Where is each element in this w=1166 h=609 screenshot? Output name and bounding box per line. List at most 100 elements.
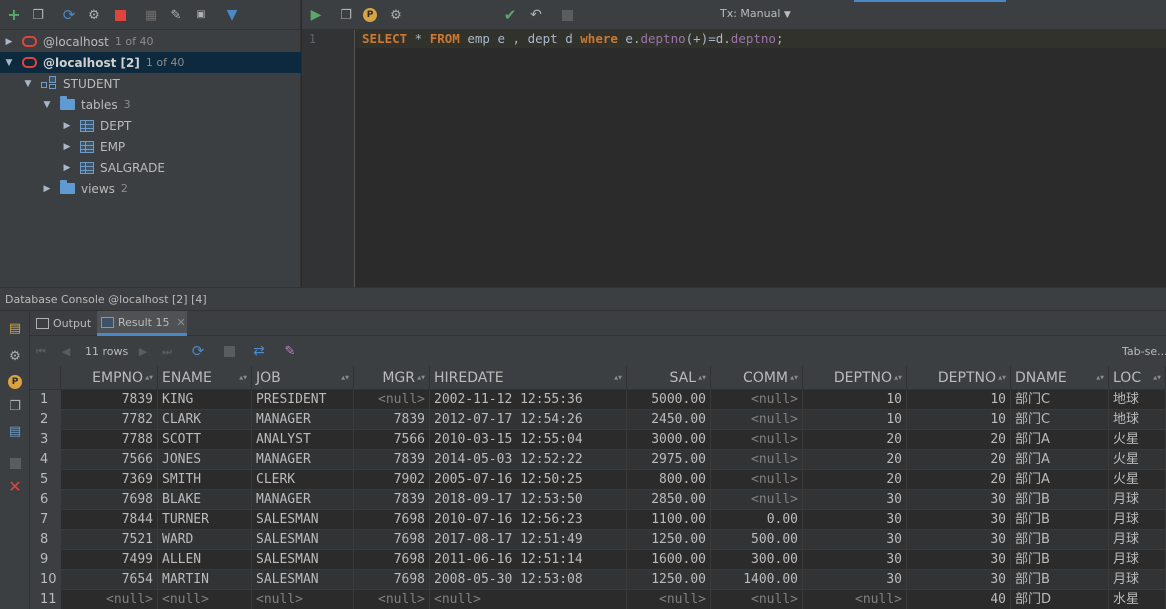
table-cell-comm[interactable]: <null> xyxy=(711,410,803,430)
table-cell-sal[interactable]: 2450.00 xyxy=(627,410,711,430)
table-cell-sal[interactable]: 1250.00 xyxy=(627,570,711,590)
table-cell-deptno[interactable]: 30 xyxy=(907,490,1011,510)
table-cell-empno[interactable]: 7788 xyxy=(61,430,158,450)
table-cell-deptno[interactable]: 30 xyxy=(803,550,907,570)
tree-table-emp[interactable]: ▶ EMP xyxy=(0,136,301,157)
table-cell-ename[interactable]: ALLEN xyxy=(158,550,252,570)
row-number[interactable]: 8 xyxy=(30,530,61,550)
table-cell-deptno[interactable]: 30 xyxy=(803,490,907,510)
table-cell-hiredate[interactable]: 2005-07-16 12:50:25 xyxy=(430,470,627,490)
close-icon[interactable]: ✕ xyxy=(7,479,23,495)
table-cell-mgr[interactable]: 7698 xyxy=(354,510,430,530)
column-header-comm[interactable]: COMM ▲▼ xyxy=(711,366,803,390)
edit-icon[interactable]: ✎ xyxy=(168,7,184,23)
table-cell-deptno[interactable]: 20 xyxy=(907,430,1011,450)
table-cell-comm[interactable]: 300.00 xyxy=(711,550,803,570)
table-row[interactable]: 1 7839 KING PRESIDENT <null> 2002-11-12 12:55… xyxy=(30,390,1166,410)
row-number[interactable]: 1 xyxy=(30,390,61,410)
table-cell-loc[interactable]: 地球 xyxy=(1109,390,1166,410)
table-cell-mgr[interactable]: 7566 xyxy=(354,430,430,450)
copy-icon[interactable]: ❐ xyxy=(30,7,46,23)
column-header-deptno[interactable]: DEPTNO ▲▼ xyxy=(803,366,907,390)
table-cell-job[interactable]: SALESMAN xyxy=(252,550,354,570)
tab-result-15[interactable]: Result 15 ✕ xyxy=(97,311,187,336)
table-cell-job[interactable]: <null> xyxy=(252,590,354,609)
table-cell-ename[interactable]: TURNER xyxy=(158,510,252,530)
table-cell-ename[interactable]: MARTIN xyxy=(158,570,252,590)
table-cell-deptno[interactable]: 30 xyxy=(907,510,1011,530)
stop-icon[interactable] xyxy=(7,455,23,471)
table-cell-hiredate[interactable]: 2017-08-17 12:51:49 xyxy=(430,530,627,550)
sort-icon[interactable]: ▲▼ xyxy=(417,375,425,381)
table-cell-sal[interactable]: 1600.00 xyxy=(627,550,711,570)
table-cell-empno[interactable]: <null> xyxy=(61,590,158,609)
column-header-job[interactable]: JOB ▲▼ xyxy=(252,366,354,390)
table-cell-deptno[interactable]: 30 xyxy=(907,570,1011,590)
row-number[interactable]: 3 xyxy=(30,430,61,450)
table-cell-hiredate[interactable]: <null> xyxy=(430,590,627,609)
table-cell-ename[interactable]: BLAKE xyxy=(158,490,252,510)
table-cell-job[interactable]: ANALYST xyxy=(252,430,354,450)
table-cell-empno[interactable]: 7499 xyxy=(61,550,158,570)
table-cell-dname[interactable]: 部门B xyxy=(1011,570,1109,590)
table-cell-mgr[interactable]: 7698 xyxy=(354,570,430,590)
table-cell-sal[interactable]: <null> xyxy=(627,590,711,609)
table-cell-empno[interactable]: 7566 xyxy=(61,450,158,470)
table-cell-job[interactable]: PRESIDENT xyxy=(252,390,354,410)
table-cell-loc[interactable]: 水星 xyxy=(1109,590,1166,609)
table-cell-hiredate[interactable]: 2014-05-03 12:52:22 xyxy=(430,450,627,470)
table-cell-job[interactable]: SALESMAN xyxy=(252,530,354,550)
table-cell-sal[interactable]: 2975.00 xyxy=(627,450,711,470)
column-header-mgr[interactable]: MGR ▲▼ xyxy=(354,366,430,390)
table-cell-job[interactable]: SALESMAN xyxy=(252,510,354,530)
table-cell-comm[interactable]: <null> xyxy=(711,450,803,470)
table-cell-dname[interactable]: 部门B xyxy=(1011,510,1109,530)
expand-arrow-icon[interactable]: ▶ xyxy=(4,37,14,47)
table-cell-loc[interactable]: 月球 xyxy=(1109,510,1166,530)
table-cell-comm[interactable]: <null> xyxy=(711,590,803,609)
table-cell-dname[interactable]: 部门B xyxy=(1011,530,1109,550)
explain-plan-icon[interactable]: ❐ xyxy=(7,398,23,414)
table-cell-loc[interactable]: 月球 xyxy=(1109,530,1166,550)
table-cell-comm[interactable]: 1400.00 xyxy=(711,570,803,590)
table-cell-empno[interactable]: 7844 xyxy=(61,510,158,530)
table-cell-dname[interactable]: 部门B xyxy=(1011,550,1109,570)
sort-icon[interactable]: ▲▼ xyxy=(341,375,349,381)
sql-query[interactable]: SELECT * FROM emp e , dept d where e.dep… xyxy=(362,31,783,46)
console-icon[interactable]: ▣ xyxy=(193,7,209,23)
table-cell-sal[interactable]: 1100.00 xyxy=(627,510,711,530)
row-number[interactable]: 4 xyxy=(30,450,61,470)
table-cell-mgr[interactable]: 7839 xyxy=(354,450,430,470)
table-row[interactable]: 6 7698 BLAKE MANAGER 7839 2018-09-17 12:53:50… xyxy=(30,490,1166,510)
table-cell-job[interactable]: CLERK xyxy=(252,470,354,490)
table-cell-mgr[interactable]: 7902 xyxy=(354,470,430,490)
table-cell-loc[interactable]: 月球 xyxy=(1109,570,1166,590)
table-row[interactable]: 4 7566 JONES MANAGER 7839 2014-05-03 12:52:22… xyxy=(30,450,1166,470)
table-cell-hiredate[interactable]: 2008-05-30 12:53:08 xyxy=(430,570,627,590)
sql-editor[interactable]: SELECT * FROM emp e , dept d where e.dep… xyxy=(356,30,1166,287)
tree-connection-localhost-2[interactable]: ▼ @localhost [2] 1 of 40 xyxy=(0,52,301,73)
table-cell-loc[interactable]: 火星 xyxy=(1109,430,1166,450)
tree-table-dept[interactable]: ▶ DEPT xyxy=(0,115,301,136)
table-cell-deptno[interactable]: 20 xyxy=(803,430,907,450)
table-view-icon[interactable]: ▦ xyxy=(143,7,159,23)
table-cell-ename[interactable]: KING xyxy=(158,390,252,410)
table-cell-empno[interactable]: 7654 xyxy=(61,570,158,590)
tree-table-salgrade[interactable]: ▶ SALGRADE xyxy=(0,157,301,178)
table-cell-loc[interactable]: 地球 xyxy=(1109,410,1166,430)
table-cell-mgr[interactable]: <null> xyxy=(354,590,430,609)
settings-icon[interactable]: ⚙ xyxy=(388,7,404,23)
column-header-empno[interactable]: EMPNO ▲▼ xyxy=(61,366,158,390)
table-cell-dname[interactable]: 部门C xyxy=(1011,410,1109,430)
collapse-arrow-icon[interactable]: ▼ xyxy=(23,79,33,89)
refresh-icon[interactable]: ⟳ xyxy=(61,7,77,23)
stop-icon[interactable] xyxy=(112,7,128,23)
table-cell-job[interactable]: MANAGER xyxy=(252,410,354,430)
row-number[interactable]: 2 xyxy=(30,410,61,430)
table-row[interactable]: 10 7654 MARTIN SALESMAN 7698 2008-05-30 12:53… xyxy=(30,570,1166,590)
table-cell-dname[interactable]: 部门D xyxy=(1011,590,1109,609)
table-cell-comm[interactable]: 0.00 xyxy=(711,510,803,530)
table-cell-loc[interactable]: 月球 xyxy=(1109,490,1166,510)
table-cell-comm[interactable]: <null> xyxy=(711,470,803,490)
table-cell-deptno[interactable]: <null> xyxy=(803,590,907,609)
